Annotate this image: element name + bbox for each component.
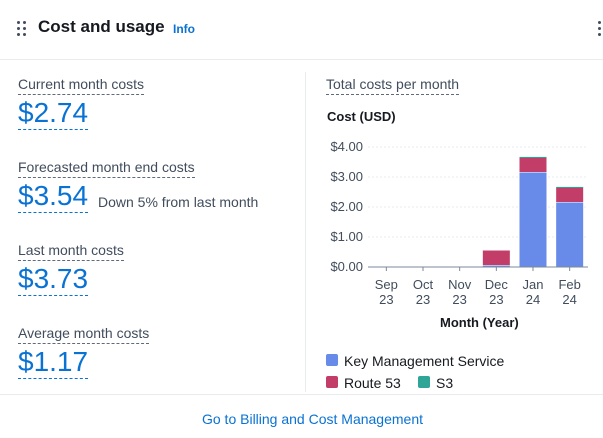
current-month-costs-label: Current month costs xyxy=(18,76,145,95)
chart-y-axis-label: Cost (USD) xyxy=(327,109,396,124)
bar-segment[interactable] xyxy=(556,186,584,188)
forecasted-month-end-costs-label: Forecasted month end costs xyxy=(18,159,195,178)
y-tick-label: $4.00 xyxy=(330,139,363,154)
billing-link[interactable]: Go to Billing and Cost Management xyxy=(0,411,603,427)
legend-label[interactable]: Key Management Service xyxy=(344,353,504,369)
x-tick-label-year: 23 xyxy=(379,292,393,307)
legend-swatch[interactable] xyxy=(326,354,338,366)
x-tick-label: Oct xyxy=(413,277,434,292)
legend-label[interactable]: Route 53 xyxy=(344,375,401,391)
widget-footer: Go to Billing and Cost Management xyxy=(0,394,603,438)
widget-actions-icon[interactable] xyxy=(598,21,603,37)
bar-segment[interactable] xyxy=(482,265,510,267)
x-tick-label: Nov xyxy=(448,277,472,292)
bar-segment[interactable] xyxy=(519,156,547,158)
y-tick-label: $0.00 xyxy=(330,259,363,274)
total-costs-chart[interactable]: $0.00$1.00$2.00$3.00$4.00Sep23Oct23Nov23… xyxy=(320,130,590,310)
widget-header: Cost and usage Info xyxy=(0,0,603,60)
x-tick-label-year: 24 xyxy=(526,292,540,307)
current-month-costs-value[interactable]: $2.74 xyxy=(18,97,89,130)
x-tick-label: Sep xyxy=(375,277,398,292)
chart-x-axis-label: Month (Year) xyxy=(440,315,519,330)
column-divider xyxy=(305,72,306,392)
last-month-costs-label: Last month costs xyxy=(18,242,124,261)
bar-segment[interactable] xyxy=(556,202,584,267)
x-tick-label: Dec xyxy=(485,277,509,292)
x-tick-label-year: 23 xyxy=(489,292,503,307)
y-tick-label: $2.00 xyxy=(330,199,363,214)
forecasted-month-end-costs-value[interactable]: $3.54 xyxy=(18,180,89,213)
legend-label[interactable]: S3 xyxy=(436,375,453,391)
legend-swatch[interactable] xyxy=(418,376,430,388)
x-tick-label-year: 24 xyxy=(562,292,576,307)
bar-segment[interactable] xyxy=(482,250,510,266)
x-tick-label-year: 23 xyxy=(452,292,466,307)
average-month-costs-label: Average month costs xyxy=(18,325,150,344)
chart-title: Total costs per month xyxy=(326,76,460,95)
x-tick-label: Feb xyxy=(558,277,580,292)
forecast-trend-note: Down 5% from last month xyxy=(98,194,259,210)
legend-swatch[interactable] xyxy=(326,376,338,388)
info-link[interactable]: Info xyxy=(173,22,195,36)
drag-handle-icon[interactable] xyxy=(17,21,27,37)
bar-segment[interactable] xyxy=(519,172,547,267)
last-month-costs-value[interactable]: $3.73 xyxy=(18,263,89,296)
cost-and-usage-widget: Cost and usage Info Current month costs … xyxy=(0,0,603,438)
average-month-costs-value[interactable]: $1.17 xyxy=(18,346,89,379)
bar-segment[interactable] xyxy=(519,157,547,173)
bar-segment[interactable] xyxy=(556,187,584,203)
widget-title: Cost and usage xyxy=(38,17,165,36)
x-tick-label-year: 23 xyxy=(416,292,430,307)
x-tick-label: Jan xyxy=(523,277,544,292)
y-tick-label: $3.00 xyxy=(330,169,363,184)
y-tick-label: $1.00 xyxy=(330,229,363,244)
